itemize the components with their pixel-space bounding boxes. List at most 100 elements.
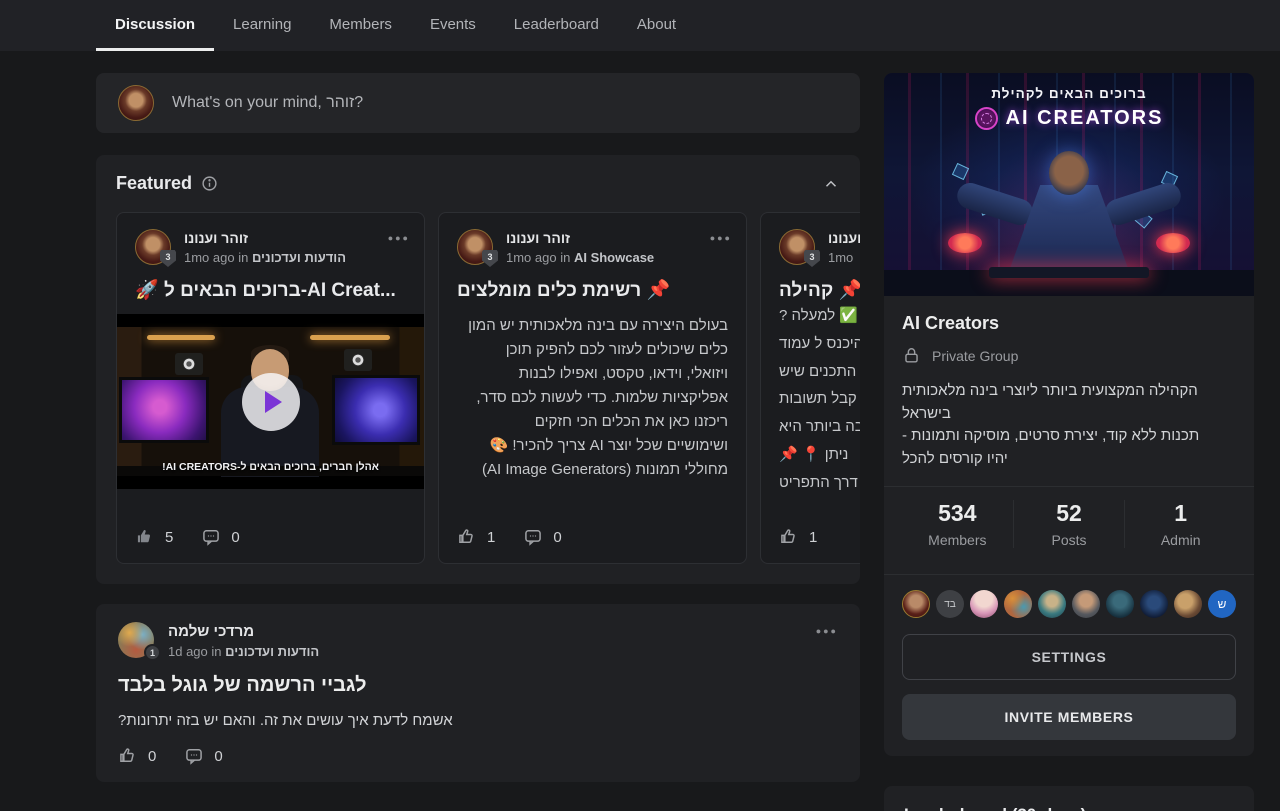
video-thumbnail[interactable]: אהלן חברים, ברוכים הבאים ל-AI CREATORS! (117, 314, 424, 489)
group-card: ברוכים הבאים לקהילת AI CREATORS AI Creat… (884, 73, 1254, 756)
author-avatar[interactable]: 3 (135, 229, 171, 265)
featured-heading: Featured (116, 173, 192, 194)
speaker (175, 353, 203, 375)
comment-count: 0 (553, 529, 561, 546)
comment-icon (523, 527, 543, 547)
post-body-line: ניתן 📍 📌 (761, 441, 860, 469)
invite-members-button[interactable]: INVITE MEMBERS (902, 694, 1236, 740)
post-meta: 1mo (828, 250, 860, 265)
thumbs-up-icon (118, 746, 138, 766)
post-body-line: דרך התפריט (761, 469, 860, 497)
post-body: בעולם היצירה עם בינה מלאכותית יש המון כל… (439, 302, 746, 482)
author-avatar[interactable]: 3 (457, 229, 493, 265)
lock-icon (902, 346, 921, 365)
play-icon[interactable] (242, 373, 300, 431)
like-button[interactable]: 0 (118, 746, 156, 766)
post-body-line: בה ביותר היא (761, 413, 860, 441)
like-count: 5 (165, 529, 173, 546)
featured-card-welcome[interactable]: 3 זוהר וענונו 1mo ago in הודעות ועדכונים… (116, 212, 425, 564)
featured-card-community[interactable]: 3 זוהר וענונו 1mo 📌 קהילה ✅ למעלה ? היכנ… (760, 212, 860, 564)
member-avatar[interactable]: ש (1208, 590, 1236, 618)
stat-posts[interactable]: 52 Posts (1013, 500, 1125, 548)
post-title[interactable]: 📌 רשימת כלים מומלצים (439, 265, 746, 302)
author-name[interactable]: זוהר וענונו (828, 230, 860, 246)
post-body-line: ✅ למעלה ? (761, 302, 860, 330)
group-description: הקהילה המקצועית ביותר ליוצרי בינה מלאכות… (902, 380, 1236, 470)
member-avatars-row: בד ש (902, 575, 1236, 620)
feed-column: What's on your mind, זוהר? Featured 3 זו… (96, 73, 860, 782)
author-avatar[interactable]: 3 (779, 229, 815, 265)
comment-button[interactable]: 0 (201, 527, 239, 547)
stat-members[interactable]: 534 Members (902, 500, 1013, 548)
comment-icon (184, 746, 204, 766)
comment-count: 0 (214, 748, 222, 765)
post-body-line: התכנים שיש (761, 358, 860, 386)
post-title[interactable]: 🚀 ברוכים הבאים ל-AI Creat... (117, 265, 424, 302)
author-name[interactable]: זוהר וענונו (506, 230, 697, 246)
post-composer[interactable]: What's on your mind, זוהר? (96, 73, 860, 133)
like-button[interactable]: 1 (779, 527, 817, 547)
group-name: AI Creators (902, 313, 1236, 334)
tab-leaderboard[interactable]: Leaderboard (495, 0, 618, 51)
current-user-avatar[interactable] (118, 85, 154, 121)
stat-admins[interactable]: 1 Admin (1124, 500, 1236, 548)
more-options-icon[interactable]: ●●● (710, 229, 732, 243)
post-title[interactable]: לגביי הרשמה של גוגל בלבד (118, 674, 838, 697)
category-link[interactable]: AI Showcase (574, 250, 654, 265)
privacy-label: Private Group (932, 348, 1018, 364)
member-avatar[interactable] (970, 590, 998, 618)
leaderboard-heading: Leaderboard (30-days) (904, 805, 1234, 811)
glowing-hand (1156, 233, 1190, 253)
tab-members[interactable]: Members (310, 0, 411, 51)
category-link[interactable]: הודעות ועדכונים (225, 644, 319, 659)
feed-post[interactable]: 1 מרדכי שלמה 1d ago in הודעות ועדכונים ●… (96, 604, 860, 782)
comment-button[interactable]: 0 (523, 527, 561, 547)
member-avatar[interactable] (1140, 590, 1168, 618)
tab-about[interactable]: About (618, 0, 695, 51)
keyboard (989, 267, 1149, 278)
category-link[interactable]: הודעות ועדכונים (252, 250, 346, 265)
glowing-hand (948, 233, 982, 253)
info-icon[interactable] (201, 175, 218, 192)
member-avatar[interactable] (902, 590, 930, 618)
tab-events[interactable]: Events (411, 0, 495, 51)
post-body-line: היכנס ל עמוד (761, 330, 860, 358)
composer-prompt[interactable]: What's on your mind, זוהר? (172, 94, 363, 112)
like-button[interactable]: 5 (135, 527, 173, 547)
member-avatar[interactable] (1106, 590, 1134, 618)
more-options-icon[interactable]: ●●● (816, 622, 838, 636)
monitor-left (119, 377, 209, 443)
more-options-icon[interactable]: ●●● (388, 229, 410, 243)
post-meta: 1d ago in הודעות ועדכונים (168, 644, 802, 659)
like-count: 1 (487, 529, 495, 546)
author-name[interactable]: זוהר וענונו (184, 230, 375, 246)
post-meta: 1mo ago in AI Showcase (506, 250, 697, 265)
member-avatar[interactable] (1038, 590, 1066, 618)
level-badge: 1 (144, 644, 161, 661)
settings-button[interactable]: SETTINGS (902, 634, 1236, 680)
member-avatar[interactable] (1174, 590, 1202, 618)
featured-card-tools[interactable]: 3 זוהר וענונו 1mo ago in AI Showcase ●●●… (438, 212, 747, 564)
post-meta: 1mo ago in הודעות ועדכונים (184, 250, 375, 265)
thumbs-up-icon (779, 527, 799, 547)
banner-welcome-text: ברוכים הבאים לקהילת (884, 86, 1254, 101)
tab-learning[interactable]: Learning (214, 0, 310, 51)
group-banner[interactable]: ברוכים הבאים לקהילת AI CREATORS (884, 73, 1254, 296)
collapse-chevron-up-icon[interactable] (822, 175, 840, 193)
member-avatar[interactable] (1072, 590, 1100, 618)
like-count: 0 (148, 748, 156, 765)
banner-logo-text: AI CREATORS (1006, 107, 1164, 130)
comment-icon (201, 527, 221, 547)
featured-carousel: 3 זוהר וענונו 1mo ago in הודעות ועדכונים… (116, 212, 860, 564)
post-title[interactable]: 📌 קהילה (761, 265, 860, 302)
monitor-right (332, 375, 420, 445)
author-avatar[interactable]: 1 (118, 622, 154, 658)
brain-logo-icon (975, 107, 998, 130)
member-avatar[interactable] (1004, 590, 1032, 618)
member-avatar[interactable]: בד (936, 590, 964, 618)
tab-discussion[interactable]: Discussion (96, 0, 214, 51)
post-body: אשמח לדעת איך עושים את זה. והאם יש בזה י… (118, 712, 838, 729)
like-button[interactable]: 1 (457, 527, 495, 547)
comment-button[interactable]: 0 (184, 746, 222, 766)
author-name[interactable]: מרדכי שלמה (168, 623, 802, 640)
